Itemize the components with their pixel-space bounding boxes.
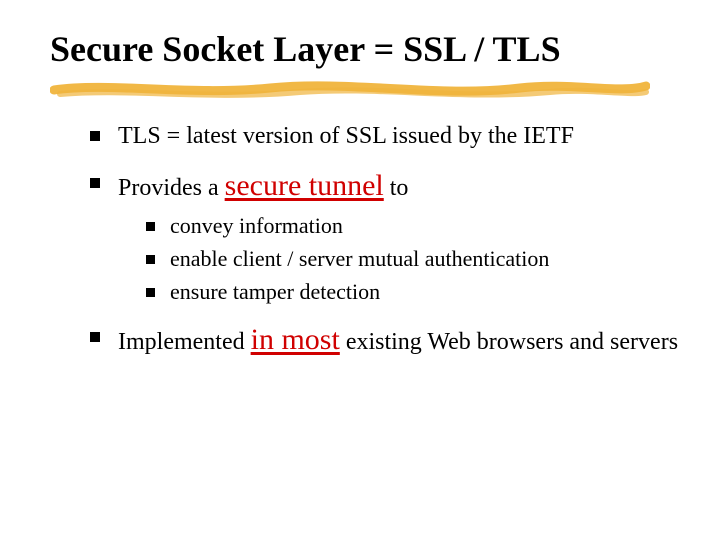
bullet-item: Provides a secure tunnel to convey infor…	[90, 166, 680, 306]
bullet-item: TLS = latest version of SSL issued by th…	[90, 120, 680, 152]
emphasis-text: in most	[251, 323, 340, 356]
slide-title: Secure Socket Layer = SSL / TLS	[50, 30, 680, 70]
bullet-text-pre: Provides a	[118, 175, 225, 201]
brush-stroke-icon	[50, 76, 650, 102]
title-underline-stroke	[50, 76, 680, 102]
bullet-list: TLS = latest version of SSL issued by th…	[50, 120, 680, 361]
sub-bullet-text: convey information	[170, 213, 343, 238]
bullet-text-pre: Implemented	[118, 329, 251, 355]
bullet-text-post: to	[384, 175, 409, 201]
sub-bullet-item: enable client / server mutual authentica…	[146, 245, 680, 274]
sub-bullet-text: enable client / server mutual authentica…	[170, 246, 549, 271]
bullet-item: Implemented in most existing Web browser…	[90, 320, 680, 361]
emphasis-text: secure tunnel	[225, 169, 384, 202]
sub-bullet-item: convey information	[146, 212, 680, 241]
slide: Secure Socket Layer = SSL / TLS TLS = la…	[0, 0, 720, 540]
sub-bullet-item: ensure tamper detection	[146, 278, 680, 307]
bullet-text: TLS = latest version of SSL issued by th…	[118, 123, 574, 149]
bullet-text-post: existing Web browsers and servers	[340, 329, 678, 355]
sub-bullet-text: ensure tamper detection	[170, 279, 380, 304]
sub-bullet-list: convey information enable client / serve…	[118, 212, 680, 306]
